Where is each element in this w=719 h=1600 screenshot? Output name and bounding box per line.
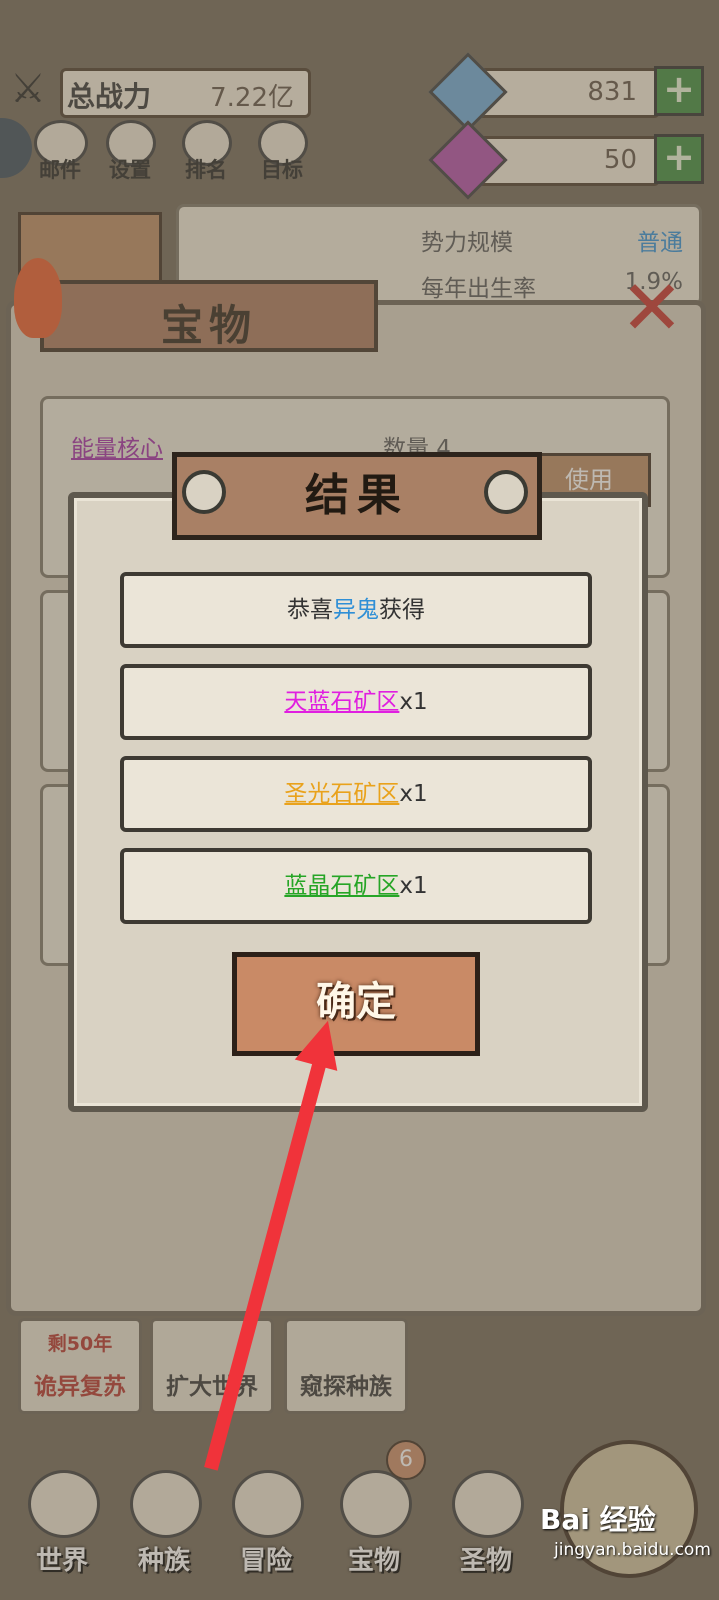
menu-settings-label: 设置 — [109, 158, 151, 182]
treasure-title: 宝物 — [160, 301, 257, 350]
action-expand[interactable]: 扩大世界 — [150, 1318, 274, 1414]
scale-label: 势力规模 — [421, 230, 513, 256]
reward-qty: x1 — [399, 781, 428, 807]
reward-item: 圣光石矿区x1 — [120, 756, 592, 832]
treasure-title-plate: 宝物 — [40, 280, 378, 352]
relic-icon — [452, 1470, 524, 1538]
result-title: 结果 — [305, 470, 409, 521]
race-icon — [130, 1470, 202, 1538]
nav-adventure[interactable]: 冒险 — [216, 1470, 316, 1590]
action-spy-label: 窥探种族 — [300, 1374, 392, 1400]
reward-qty: x1 — [399, 689, 428, 715]
congrats-race-name: 异鬼 — [333, 597, 379, 623]
menu-rank[interactable]: 排名 — [176, 120, 236, 184]
nav-race[interactable]: 种族 — [114, 1470, 214, 1590]
action-revive[interactable]: 剩50年 诡异复苏 — [18, 1318, 142, 1414]
world-icon — [28, 1470, 100, 1538]
gem-icon — [428, 120, 508, 200]
action-spy[interactable]: 窥探种族 — [284, 1318, 408, 1414]
treasure-chest-icon — [340, 1470, 412, 1538]
swirl-ornament-right — [484, 470, 528, 514]
menu-rank-label: 排名 — [185, 158, 227, 182]
nav-adventure-label: 冒险 — [239, 1546, 292, 1576]
add-currency1-button[interactable]: + — [654, 66, 704, 116]
adventure-icon — [232, 1470, 304, 1538]
menu-goal-label: 目标 — [261, 158, 303, 182]
nav-relic[interactable]: 圣物 — [436, 1470, 536, 1590]
menu-mail[interactable]: 邮件 — [30, 120, 90, 184]
flame-icon — [14, 258, 62, 338]
action-revive-label: 诡异复苏 — [34, 1374, 126, 1400]
currency1-value: 831 — [587, 77, 637, 107]
close-icon[interactable]: ✕ — [612, 268, 692, 348]
watermark-brand: Bai 经验 — [540, 1503, 656, 1536]
side-chat-icon[interactable] — [0, 118, 32, 178]
power-value: 7.22亿 — [210, 83, 294, 113]
reward-item: 蓝晶石矿区x1 — [120, 848, 592, 924]
congrats-suffix: 获得 — [379, 597, 425, 623]
birth-label: 每年出生率 — [421, 276, 536, 302]
nav-treasure-label: 宝物 — [347, 1546, 400, 1576]
currency2-value: 50 — [603, 145, 637, 175]
reward-name[interactable]: 蓝晶石矿区 — [284, 873, 399, 899]
power-label: 总战力 — [67, 80, 152, 113]
treasure-item-name: 能量核心 — [71, 436, 163, 462]
action-revive-sub: 剩50年 — [47, 1333, 113, 1355]
nav-treasure[interactable]: 6 宝物 — [324, 1440, 426, 1590]
reward-item: 天蓝石矿区x1 — [120, 664, 592, 740]
sword-icon: ⚔ — [10, 66, 46, 112]
power-bar: 总战力 7.22亿 — [60, 68, 311, 118]
scale-value: 普通 — [637, 230, 683, 256]
congrats-prefix: 恭喜 — [287, 597, 333, 623]
congrats-message: 恭喜异鬼获得 — [120, 572, 592, 648]
reward-qty: x1 — [399, 873, 428, 899]
reward-name[interactable]: 圣光石矿区 — [284, 781, 399, 807]
watermark-url: jingyan.baidu.com — [554, 1540, 711, 1560]
reward-name[interactable]: 天蓝石矿区 — [284, 689, 399, 715]
add-currency2-button[interactable]: + — [654, 134, 704, 184]
menu-mail-label: 邮件 — [39, 158, 81, 182]
confirm-button[interactable]: 确定 — [232, 952, 480, 1056]
menu-settings[interactable]: 设置 — [100, 120, 160, 184]
action-expand-label: 扩大世界 — [166, 1374, 258, 1400]
nav-world-label: 世界 — [35, 1546, 88, 1576]
nav-race-label: 种族 — [137, 1546, 190, 1576]
nav-world[interactable]: 世界 — [12, 1470, 112, 1590]
menu-goal[interactable]: 目标 — [252, 120, 312, 184]
swirl-ornament-left — [182, 470, 226, 514]
treasure-badge: 6 — [386, 1440, 426, 1480]
nav-relic-label: 圣物 — [459, 1546, 512, 1576]
